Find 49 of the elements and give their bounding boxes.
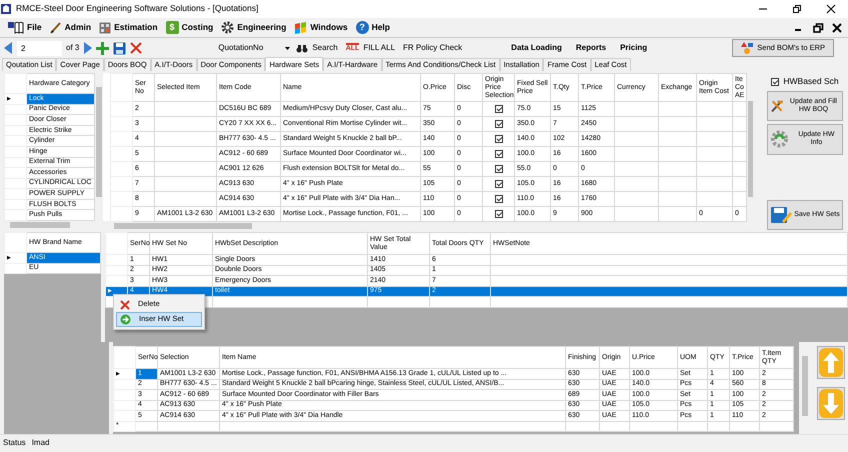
checkbox[interactable]: [494, 150, 502, 158]
checkbox[interactable]: [494, 120, 502, 128]
menu-item[interactable]: File: [4, 21, 46, 34]
binoculars-icon: [296, 44, 308, 52]
checkbox[interactable]: [494, 210, 502, 218]
calculator-icon: [99, 22, 112, 34]
shapes-icon: [741, 42, 754, 54]
restore-icon[interactable]: [813, 22, 824, 32]
menu-item[interactable]: Admin: [46, 22, 96, 34]
status-user: Imad: [32, 438, 50, 448]
close-icon[interactable]: [832, 22, 842, 32]
add-arrow-icon: [120, 314, 131, 325]
policy-button[interactable]: FR Policy Check: [403, 43, 462, 53]
gear-icon: [221, 21, 234, 34]
delete-icon[interactable]: [130, 42, 142, 54]
window-title: RMCE-Steel Door Engineering Software Solutions - [Quotations]: [16, 4, 260, 14]
search-button[interactable]: Search: [296, 43, 338, 53]
pencil-icon: [50, 22, 62, 34]
menu-item[interactable]: ? Help: [352, 21, 394, 34]
toolbar-link[interactable]: Reports: [570, 43, 612, 53]
checkbox[interactable]: [494, 164, 502, 173]
next-icon[interactable]: [83, 42, 92, 54]
caret-icon: [285, 46, 290, 50]
menu-item[interactable]: $ Costing: [162, 21, 218, 34]
checkbox[interactable]: [494, 194, 502, 203]
previous-icon[interactable]: [4, 42, 13, 54]
record-field[interactable]: 2: [17, 40, 62, 56]
flag-icon: [294, 22, 308, 34]
checkbox[interactable]: [494, 180, 502, 188]
record-count: of 3: [66, 43, 80, 53]
menu-item[interactable]: Estimation: [95, 22, 162, 34]
menu-item[interactable]: Engineering: [217, 21, 290, 34]
menu-item[interactable]: Windows: [290, 22, 352, 34]
delete-icon: [120, 300, 130, 310]
restore-icon[interactable]: [792, 4, 802, 14]
checkbox[interactable]: [494, 104, 502, 113]
floppy-icon: [770, 204, 792, 225]
add-icon[interactable]: [96, 42, 110, 54]
toolbar-link[interactable]: Pricing: [615, 43, 652, 53]
book-icon: [8, 21, 24, 34]
checkbox[interactable]: [494, 134, 502, 143]
help-icon: ?: [356, 21, 369, 34]
toolbar-link[interactable]: Data Loading: [506, 43, 567, 53]
close-icon[interactable]: [826, 4, 836, 14]
gear-icon: [770, 129, 791, 150]
checkbox-label[interactable]: HWBased Sch: [771, 77, 839, 87]
dollar-icon: $: [166, 21, 179, 34]
status-label: Status: [3, 438, 26, 448]
save-icon[interactable]: [113, 42, 126, 54]
